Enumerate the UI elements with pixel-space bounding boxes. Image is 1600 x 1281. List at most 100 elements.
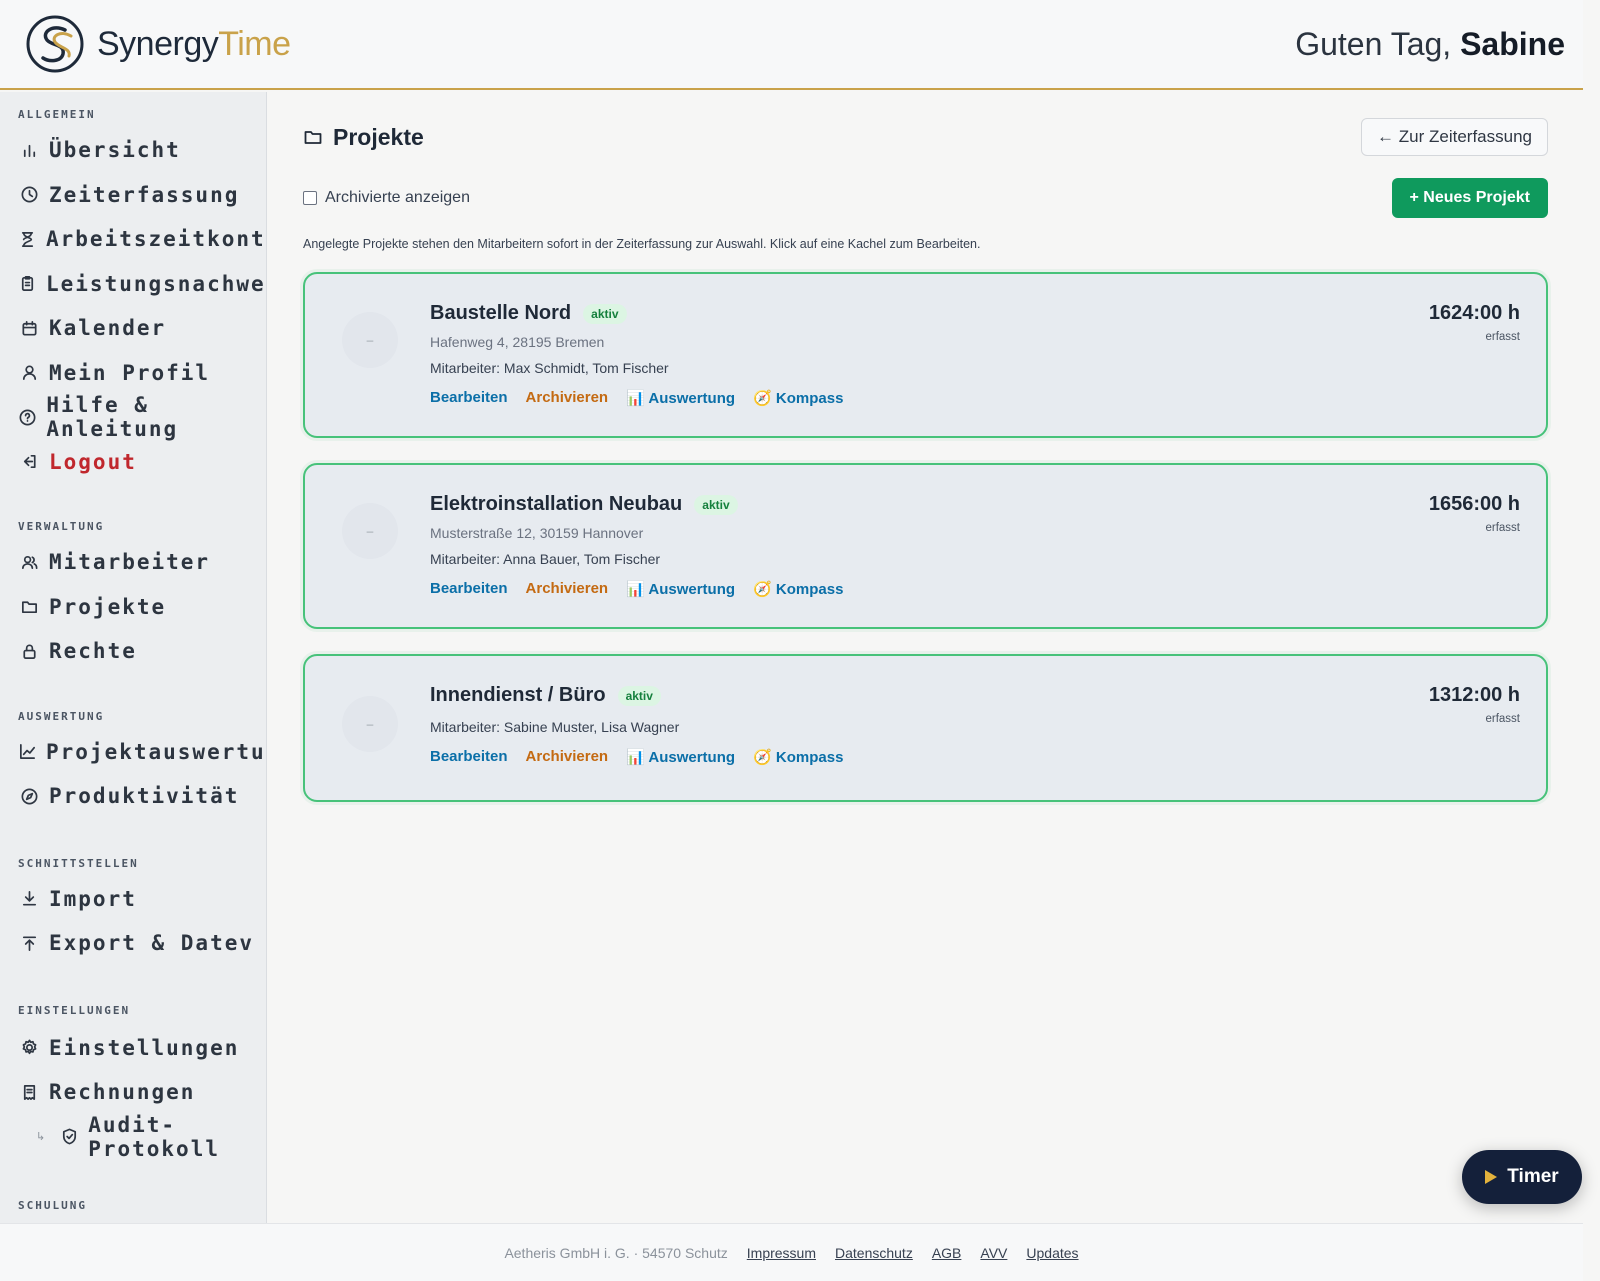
footer-link-updates[interactable]: Updates xyxy=(1026,1245,1078,1261)
sidebar-item-label: Arbeitszeitkonto xyxy=(46,227,267,252)
new-project-button[interactable]: + Neues Projekt xyxy=(1391,178,1548,218)
project-hours: 1656:00 h erfasst xyxy=(1429,493,1520,534)
help-circle-icon xyxy=(18,406,37,428)
section-label-auswertung: AUSWERTUNG xyxy=(18,709,105,723)
sidebar-item-leistungsnachweis[interactable]: Leistungsnachweis xyxy=(0,262,266,307)
archive-link[interactable]: Archivieren xyxy=(526,580,609,598)
sidebar-item-label: Audit-Protokoll xyxy=(88,1112,220,1161)
archive-link[interactable]: Archivieren xyxy=(526,748,609,766)
section-label-einstellungen: EINSTELLUNGEN xyxy=(18,1003,131,1017)
line-chart-icon xyxy=(18,741,37,763)
compass-link[interactable]: 🧭 Kompass xyxy=(753,580,843,598)
compass-icon xyxy=(18,785,40,807)
sidebar-item-projekte[interactable]: Projekte xyxy=(0,585,266,630)
section-label-schnittstellen: SCHNITTSTELLEN xyxy=(18,856,139,870)
sidebar-item-produktivitaet[interactable]: Produktivität xyxy=(0,774,266,819)
sidebar-item-projektauswertung[interactable]: Projektauswertung xyxy=(0,730,266,775)
greeting: Guten Tag, Sabine xyxy=(1295,26,1565,63)
footer-link-avv[interactable]: AVV xyxy=(980,1245,1007,1261)
project-card[interactable]: – Innendienst / Büro aktiv Mitarbeiter: … xyxy=(303,654,1548,802)
timer-label: Timer xyxy=(1507,1166,1559,1187)
project-hours: 1624:00 h erfasst xyxy=(1429,302,1520,343)
sidebar-item-mein-profil[interactable]: Mein Profil xyxy=(0,351,266,396)
gear-icon xyxy=(18,1037,40,1059)
compass-link[interactable]: 🧭 Kompass xyxy=(753,389,843,407)
sidebar-item-rechte[interactable]: Rechte xyxy=(0,629,266,674)
sidebar-item-rechnungen[interactable]: Rechnungen xyxy=(0,1070,266,1115)
back-to-time-tracking-button[interactable]: ← Zur Zeiterfassung xyxy=(1361,118,1548,156)
sidebar-item-label: Einstellungen xyxy=(49,1035,240,1060)
footer: Aetheris GmbH i. G. · 54570 Schutz Impre… xyxy=(0,1223,1583,1281)
status-badge: aktiv xyxy=(617,685,661,706)
hours-label: erfasst xyxy=(1485,331,1520,343)
sidebar-item-label: Logout xyxy=(49,449,137,474)
project-actions: Bearbeiten Archivieren 📊 Auswertung 🧭 Ko… xyxy=(430,389,843,407)
sidebar-item-logout[interactable]: Logout xyxy=(0,440,266,485)
sub-item-arrow-icon: ↳ xyxy=(36,1131,46,1144)
project-card[interactable]: – Baustelle Nord aktiv Hafenweg 4, 28195… xyxy=(303,272,1548,438)
page-title-text: Projekte xyxy=(333,123,424,150)
sidebar-item-label: Rechnungen xyxy=(49,1080,196,1105)
sidebar-item-label: Mein Profil xyxy=(49,360,211,385)
sidebar-item-export[interactable]: Export & Datev xyxy=(0,921,266,966)
project-hours: 1312:00 h erfasst xyxy=(1429,684,1520,725)
footer-company: Aetheris GmbH i. G. · 54570 Schutz xyxy=(504,1244,728,1261)
project-staff: Mitarbeiter: Anna Bauer, Tom Fischer xyxy=(430,551,661,567)
section-label-verwaltung: VERWALTUNG xyxy=(18,520,105,533)
archive-link[interactable]: Archivieren xyxy=(526,389,609,407)
hours-label: erfasst xyxy=(1485,713,1520,725)
sidebar-item-hilfe[interactable]: Hilfe & Anleitung xyxy=(0,393,266,441)
sidebar-item-audit-protokoll[interactable]: ↳ Audit-Protokoll xyxy=(0,1112,266,1161)
sidebar-item-import[interactable]: Import xyxy=(0,877,266,922)
show-archived-label: Archivierte anzeigen xyxy=(325,189,470,206)
project-card[interactable]: – Elektroinstallation Neubau aktiv Muste… xyxy=(303,463,1548,629)
upload-icon xyxy=(18,932,40,954)
project-card-body: Innendienst / Büro aktiv Mitarbeiter: Sa… xyxy=(430,684,843,766)
status-badge: aktiv xyxy=(583,303,627,324)
folder-icon xyxy=(18,596,40,618)
lock-icon xyxy=(18,640,40,662)
sidebar-item-uebersicht[interactable]: Übersicht xyxy=(0,128,266,173)
sidebar-item-label: Zeiterfassung xyxy=(49,182,240,207)
sidebar-item-kalender[interactable]: Kalender xyxy=(0,306,266,351)
hours-value: 1656:00 h xyxy=(1428,493,1520,515)
edit-link[interactable]: Bearbeiten xyxy=(430,389,508,407)
app-header: SynergyTime Guten Tag, Sabine xyxy=(0,0,1583,90)
sidebar-item-label: Produktivität xyxy=(49,784,240,809)
project-actions: Bearbeiten Archivieren 📊 Auswertung 🧭 Ko… xyxy=(430,748,843,766)
clock-icon xyxy=(18,184,40,206)
edit-link[interactable]: Bearbeiten xyxy=(430,580,508,598)
brand-name-part1: Synergy xyxy=(97,24,219,63)
sidebar-item-label: Kalender xyxy=(49,316,167,341)
clipboard-icon xyxy=(18,273,37,295)
user-name: Sabine xyxy=(1460,25,1565,62)
project-thumbnail: – xyxy=(342,312,398,368)
evaluation-link[interactable]: 📊 Auswertung xyxy=(626,748,735,766)
brand[interactable]: SynergyTime xyxy=(25,14,291,74)
synergytime-logo-icon xyxy=(26,15,84,73)
folder-icon xyxy=(304,131,322,144)
hours-value: 1624:00 h xyxy=(1428,302,1520,324)
footer-link-datenschutz[interactable]: Datenschutz xyxy=(835,1245,913,1261)
receipt-icon xyxy=(18,1081,40,1103)
project-staff: Mitarbeiter: Max Schmidt, Tom Fischer xyxy=(430,360,669,376)
sidebar-item-zeiterfassung[interactable]: Zeiterfassung xyxy=(0,173,266,218)
sidebar-item-label: Export & Datev xyxy=(49,931,255,956)
show-archived-checkbox[interactable] xyxy=(303,191,317,205)
footer-link-impressum[interactable]: Impressum xyxy=(747,1245,816,1261)
sidebar-item-label: Projekte xyxy=(49,594,167,619)
section-label-allgemein: ALLGEMEIN xyxy=(18,108,96,121)
project-address: Musterstraße 12, 30159 Hannover xyxy=(430,525,644,541)
timer-button[interactable]: Timer xyxy=(1462,1150,1582,1204)
footer-link-agb[interactable]: AGB xyxy=(932,1245,962,1261)
sidebar-item-mitarbeiter[interactable]: Mitarbeiter xyxy=(0,540,266,585)
hourglass-icon xyxy=(18,228,37,250)
sidebar-item-einstellungen[interactable]: Einstellungen xyxy=(0,1026,266,1071)
show-archived-toggle[interactable]: Archivierte anzeigen xyxy=(303,189,470,207)
sidebar-item-label: Mitarbeiter xyxy=(49,550,211,575)
compass-link[interactable]: 🧭 Kompass xyxy=(753,748,843,766)
sidebar-item-arbeitszeitkonto[interactable]: Arbeitszeitkonto xyxy=(0,217,266,262)
evaluation-link[interactable]: 📊 Auswertung xyxy=(626,580,735,598)
evaluation-link[interactable]: 📊 Auswertung xyxy=(626,389,735,407)
edit-link[interactable]: Bearbeiten xyxy=(430,748,508,766)
